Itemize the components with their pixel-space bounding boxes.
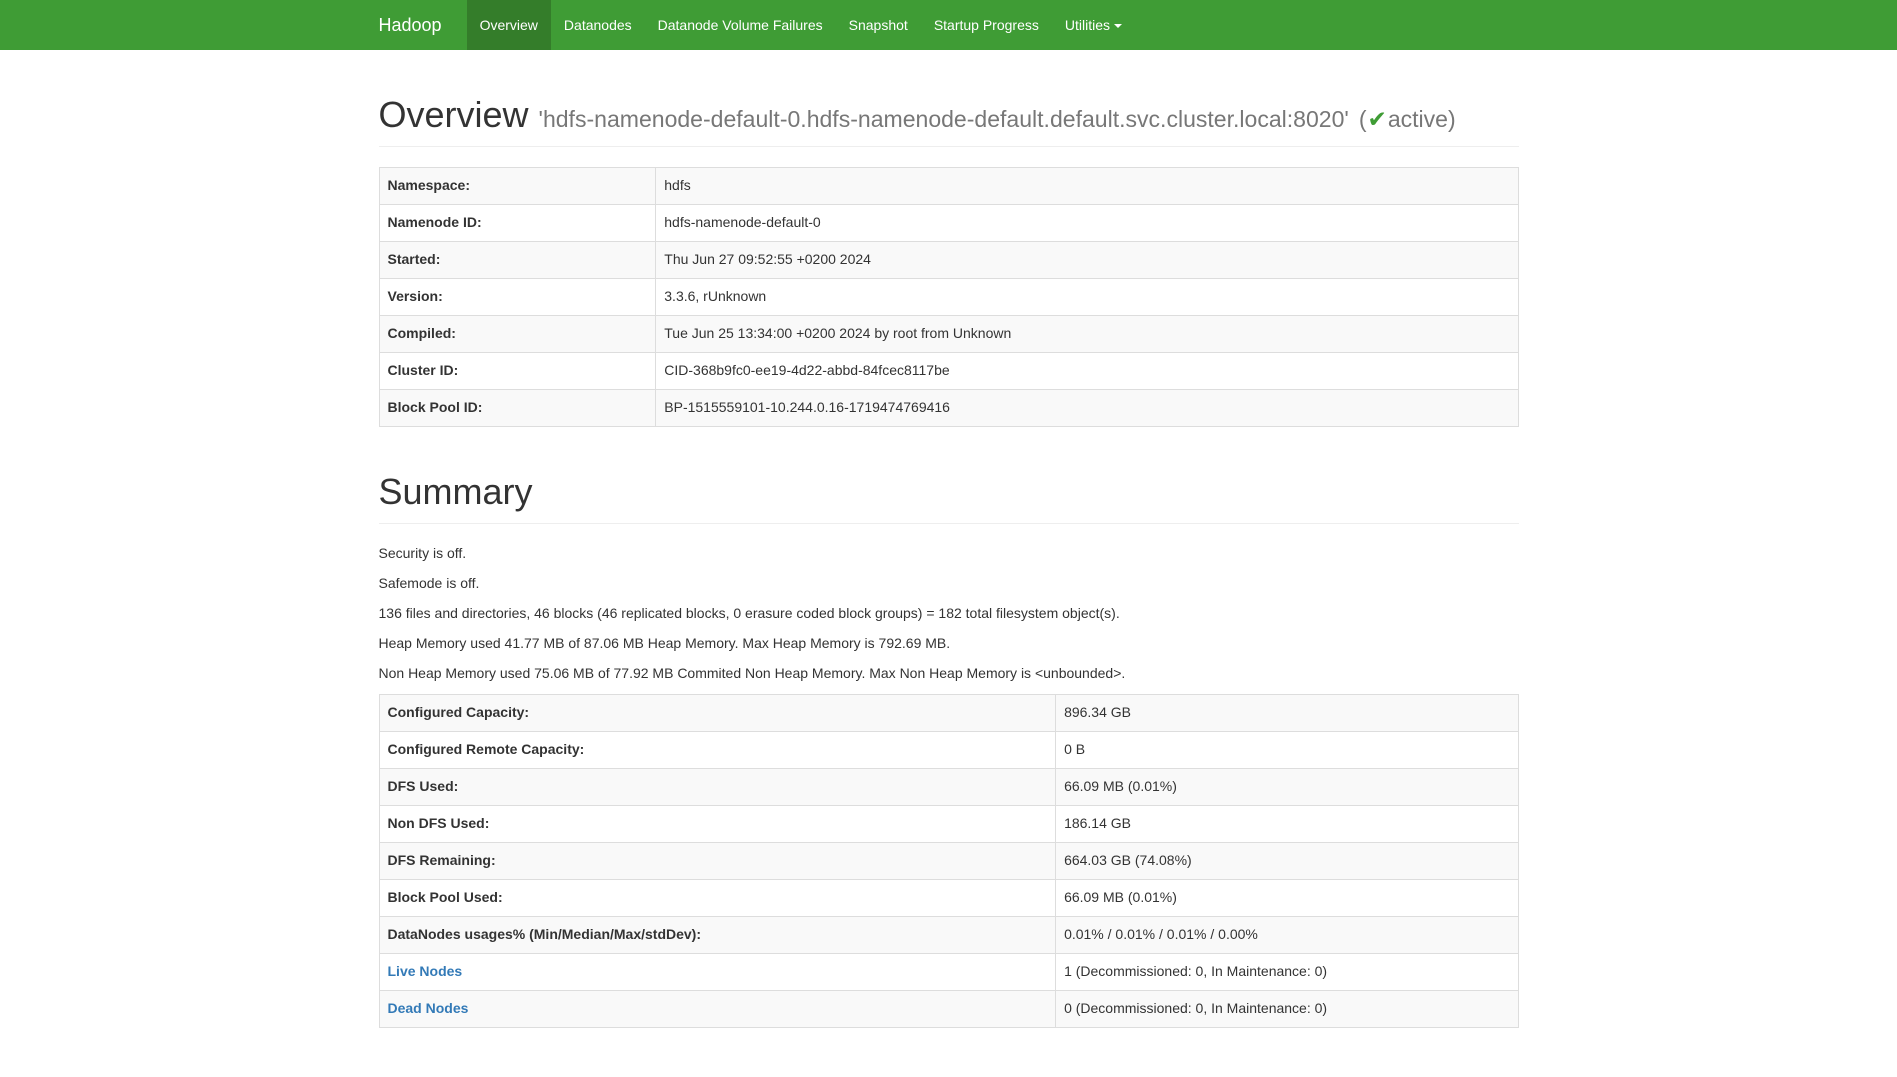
table-row: Version: 3.3.6, rUnknown [379,278,1518,315]
row-label: Block Pool Used: [379,879,1056,916]
active-status-label: active) [1388,106,1456,132]
active-check-icon: ✔ [1367,106,1388,132]
row-label: Namespace: [379,168,656,205]
row-value: 66.09 MB (0.01%) [1056,768,1518,805]
summary-paragraph: Safemode is off. [379,574,1519,594]
row-value: 0 (Decommissioned: 0, In Maintenance: 0) [1056,990,1518,1027]
row-value: Tue Jun 25 13:34:00 +0200 2024 by root f… [656,315,1518,352]
table-row: Configured Capacity: 896.34 GB [379,694,1518,731]
row-value: BP-1515559101-10.244.0.16-1719474769416 [656,389,1518,426]
nav-link-datanodes[interactable]: Datanodes [551,0,645,50]
row-label: DFS Used: [379,768,1056,805]
row-value: hdfs [656,168,1518,205]
nav-item-datanodes[interactable]: Datanodes [551,0,645,50]
summary-paragraph: 136 files and directories, 46 blocks (46… [379,604,1519,624]
summary-text-block: Security is off. Safemode is off. 136 fi… [379,544,1519,684]
table-row: Configured Remote Capacity: 0 B [379,731,1518,768]
navbar: Hadoop Overview Datanodes Datanode Volum… [0,0,1897,50]
row-value: CID-368b9fc0-ee19-4d22-abbd-84fcec8117be [656,352,1518,389]
row-label: Compiled: [379,315,656,352]
summary-title: Summary [379,469,1519,514]
table-row: Block Pool Used: 66.09 MB (0.01%) [379,879,1518,916]
summary-table: Configured Capacity: 896.34 GB Configure… [379,694,1519,1028]
row-value: 0.01% / 0.01% / 0.01% / 0.00% [1056,916,1518,953]
page-title-text: Overview [379,94,529,135]
table-row: DFS Used: 66.09 MB (0.01%) [379,768,1518,805]
main-content: Overview 'hdfs-namenode-default-0.hdfs-n… [364,92,1534,1028]
page-title: Overview 'hdfs-namenode-default-0.hdfs-n… [379,92,1519,137]
summary-paragraph: Heap Memory used 41.77 MB of 87.06 MB He… [379,634,1519,654]
row-label: Configured Capacity: [379,694,1056,731]
nav-item-utilities[interactable]: Utilities [1052,0,1135,50]
row-label: Cluster ID: [379,352,656,389]
row-value: 896.34 GB [1056,694,1518,731]
namenode-status: (✔active) [1359,106,1456,132]
nav-link-startup-progress[interactable]: Startup Progress [921,0,1052,50]
row-value: 0 B [1056,731,1518,768]
table-row: Namenode ID: hdfs-namenode-default-0 [379,204,1518,241]
nav-link-overview[interactable]: Overview [467,0,551,50]
table-row: Namespace: hdfs [379,168,1518,205]
row-label: Version: [379,278,656,315]
row-label: Namenode ID: [379,204,656,241]
row-label: Non DFS Used: [379,805,1056,842]
row-label: Live Nodes [379,953,1056,990]
row-value: 3.3.6, rUnknown [656,278,1518,315]
row-label: Block Pool ID: [379,389,656,426]
nav-item-overview[interactable]: Overview [467,0,551,50]
row-label: Started: [379,241,656,278]
row-value: Thu Jun 27 09:52:55 +0200 2024 [656,241,1518,278]
table-row: Non DFS Used: 186.14 GB [379,805,1518,842]
nav-link-utilities[interactable]: Utilities [1052,0,1135,50]
table-row: DataNodes usages% (Min/Median/Max/stdDev… [379,916,1518,953]
nav-item-startup-progress[interactable]: Startup Progress [921,0,1052,50]
row-label: Configured Remote Capacity: [379,731,1056,768]
dead-nodes-link[interactable]: Dead Nodes [388,1000,469,1016]
live-nodes-link[interactable]: Live Nodes [388,963,463,979]
row-value: 1 (Decommissioned: 0, In Maintenance: 0) [1056,953,1518,990]
namenode-info-table: Namespace: hdfs Namenode ID: hdfs-nameno… [379,167,1519,427]
caret-down-icon [1114,24,1122,28]
nav-item-datanode-volume-failures[interactable]: Datanode Volume Failures [645,0,836,50]
overview-header: Overview 'hdfs-namenode-default-0.hdfs-n… [379,92,1519,147]
table-row: Block Pool ID: BP-1515559101-10.244.0.16… [379,389,1518,426]
hadoop-brand[interactable]: Hadoop [379,0,457,50]
nav-link-datanode-volume-failures[interactable]: Datanode Volume Failures [645,0,836,50]
table-row: Live Nodes 1 (Decommissioned: 0, In Main… [379,953,1518,990]
table-row: Started: Thu Jun 27 09:52:55 +0200 2024 [379,241,1518,278]
row-label: DataNodes usages% (Min/Median/Max/stdDev… [379,916,1056,953]
summary-paragraph: Non Heap Memory used 75.06 MB of 77.92 M… [379,664,1519,684]
row-label: Dead Nodes [379,990,1056,1027]
navbar-menu: Overview Datanodes Datanode Volume Failu… [467,0,1135,50]
table-row: Cluster ID: CID-368b9fc0-ee19-4d22-abbd-… [379,352,1518,389]
summary-header: Summary [379,469,1519,524]
table-row: Dead Nodes 0 (Decommissioned: 0, In Main… [379,990,1518,1027]
row-value: 66.09 MB (0.01%) [1056,879,1518,916]
row-value: 186.14 GB [1056,805,1518,842]
nav-item-snapshot[interactable]: Snapshot [836,0,921,50]
nav-link-snapshot[interactable]: Snapshot [836,0,921,50]
table-row: DFS Remaining: 664.03 GB (74.08%) [379,842,1518,879]
row-value: hdfs-namenode-default-0 [656,204,1518,241]
namenode-address: 'hdfs-namenode-default-0.hdfs-namenode-d… [539,106,1349,132]
row-label: DFS Remaining: [379,842,1056,879]
utilities-label: Utilities [1065,17,1110,33]
summary-paragraph: Security is off. [379,544,1519,564]
table-row: Compiled: Tue Jun 25 13:34:00 +0200 2024… [379,315,1518,352]
row-value: 664.03 GB (74.08%) [1056,842,1518,879]
